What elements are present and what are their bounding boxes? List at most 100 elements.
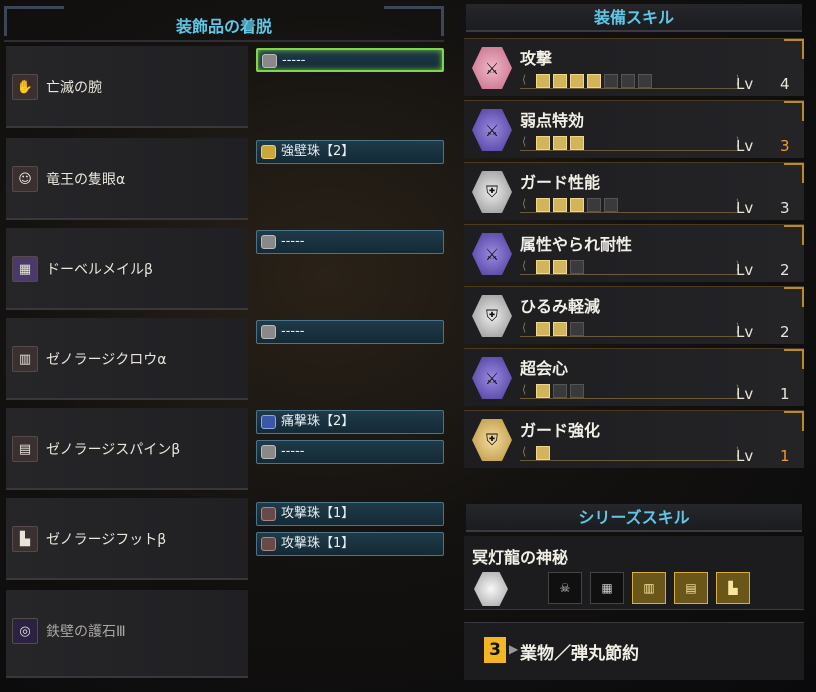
header-divider	[4, 40, 444, 42]
skill-gem-icon: ⛨	[472, 295, 512, 337]
series-piece-icon: ▥	[632, 572, 666, 604]
level-value: 1	[780, 385, 790, 403]
bar-left-arrow-icon: ⟨	[522, 73, 527, 86]
empty-slot-lv3-icon	[261, 235, 276, 249]
skill-gem-icon: ⚔	[472, 233, 512, 275]
level-pip	[570, 260, 584, 274]
skill-gem-icon: ⚔	[472, 357, 512, 399]
skill-gem-icon: ⛨	[472, 419, 512, 461]
slot-label: -----	[281, 444, 305, 459]
skills-panel: 装備スキル ⚔ 攻撃 ⟨ ⟩ Lv 4 ⚔ 弱点特効 ⟨ ⟩ Lv 3 ⛨ ガード性能 ⟨ ⟩ Lv 3 ⚔ 属性やら…	[460, 0, 816, 692]
level-label: Lv	[736, 199, 754, 217]
level-pip	[621, 74, 635, 88]
series-bonus-row[interactable]: 3 ▶ 業物／弾丸節約	[464, 622, 804, 680]
skill-name: 属性やられ耐性	[520, 235, 633, 254]
series-name: 冥灯龍の神秘	[472, 548, 569, 567]
skill-row[interactable]: ⛨ ひるみ軽減 ⟨ ⟩ Lv 2	[464, 286, 804, 344]
level-pip	[638, 74, 652, 88]
skill-row[interactable]: ⛨ ガード性能 ⟨ ⟩ Lv 3	[464, 162, 804, 220]
series-skill-box[interactable]: 冥灯龍の神秘 ☠ ▦ ▥ ▤ ▙	[464, 536, 804, 610]
equipment-name: ゼノラージフットβ	[46, 532, 167, 548]
level-value: 1	[780, 447, 790, 465]
skill-name: ガード強化	[520, 421, 601, 440]
slot-label: -----	[282, 53, 306, 68]
level-value: 2	[780, 323, 790, 341]
level-pip	[587, 74, 601, 88]
skill-row[interactable]: ⚔ 攻撃 ⟨ ⟩ Lv 4	[464, 38, 804, 96]
decoration-slot[interactable]: 強壁珠【2】	[256, 140, 444, 164]
skill-gem-icon: ⚔	[472, 109, 512, 151]
level-pip	[536, 322, 550, 336]
leg-armor-icon: ▙	[12, 526, 38, 552]
equipment-row-head[interactable]: ☺ 竜王の隻眼α	[6, 138, 248, 220]
chest-armor-icon: ▦	[12, 256, 38, 282]
equipment-name: 亡滅の腕	[46, 80, 102, 96]
arrow-right-icon: ▶	[509, 642, 519, 656]
bar-left-arrow-icon: ⟨	[522, 321, 527, 334]
level-pip	[536, 136, 550, 150]
decoration-slot[interactable]: 攻撃珠【1】	[256, 502, 444, 526]
level-pip	[536, 260, 550, 274]
decoration-red-icon	[261, 537, 276, 551]
level-value: 4	[780, 75, 790, 93]
level-pip	[570, 198, 584, 212]
series-set-icon	[474, 572, 508, 606]
skill-level-bar: ⟨ ⟩	[520, 259, 742, 275]
decoration-slot[interactable]: -----	[256, 48, 444, 72]
level-pip	[570, 322, 584, 336]
slot-label: 強壁珠【2】	[281, 144, 355, 159]
level-pip	[570, 136, 584, 150]
decoration-slot[interactable]: -----	[256, 320, 444, 344]
equipment-row-arm[interactable]: ✋ 亡滅の腕	[6, 46, 248, 128]
equipped-skills-title: 装備スキル	[466, 4, 802, 32]
level-pip	[553, 136, 567, 150]
equipment-row-waist[interactable]: ▤ ゼノラージスパインβ	[6, 408, 248, 490]
head-armor-icon: ☺	[12, 166, 38, 192]
arm-armor-icon: ▥	[12, 346, 38, 372]
decoration-panel: 装飾品の着脱 ✋ 亡滅の腕 ----- ☺ 竜王の隻眼α 強壁珠【2】 ▦ ドー…	[0, 0, 452, 692]
skill-row[interactable]: ⛨ ガード強化 ⟨ ⟩ Lv 1	[464, 410, 804, 468]
bonus-required-count: 3	[484, 637, 506, 663]
skill-level-bar: ⟨ ⟩	[520, 197, 742, 213]
level-pip	[587, 198, 601, 212]
slot-label: -----	[281, 234, 305, 249]
skill-name: 超会心	[520, 359, 569, 378]
decoration-slot[interactable]: -----	[256, 230, 444, 254]
equipment-name: ゼノラージスパインβ	[46, 442, 181, 458]
arm-armor-icon: ✋	[12, 74, 38, 100]
skill-name: ひるみ軽減	[520, 297, 601, 316]
bar-left-arrow-icon: ⟨	[522, 383, 527, 396]
equipment-row-chest[interactable]: ▦ ドーベルメイルβ	[6, 228, 248, 310]
slot-label: 攻撃珠【1】	[281, 536, 355, 551]
level-pip	[570, 384, 584, 398]
level-label: Lv	[736, 261, 754, 279]
level-pip	[553, 322, 567, 336]
level-label: Lv	[736, 75, 754, 93]
skill-row[interactable]: ⚔ 属性やられ耐性 ⟨ ⟩ Lv 2	[464, 224, 804, 282]
skill-level-bar: ⟨ ⟩	[520, 321, 742, 337]
equipment-row-charm[interactable]: ◎ 鉄壁の護石Ⅲ	[6, 590, 248, 678]
skill-row[interactable]: ⚔ 弱点特効 ⟨ ⟩ Lv 3	[464, 100, 804, 158]
series-piece-icon: ▦	[590, 572, 624, 604]
waist-armor-icon: ▤	[12, 436, 38, 462]
decoration-panel-title: 装飾品の着脱	[175, 17, 272, 36]
level-pip	[553, 74, 567, 88]
skill-name: 弱点特効	[520, 111, 585, 130]
bar-left-arrow-icon: ⟨	[522, 135, 527, 148]
level-label: Lv	[736, 323, 754, 341]
equipment-row-legs[interactable]: ▙ ゼノラージフットβ	[6, 498, 248, 580]
decoration-slot[interactable]: 痛撃珠【2】	[256, 410, 444, 434]
charm-icon: ◎	[12, 618, 38, 644]
decoration-red-icon	[261, 507, 276, 521]
equipment-row-arm-2[interactable]: ▥ ゼノラージクロウα	[6, 318, 248, 400]
decoration-slot[interactable]: -----	[256, 440, 444, 464]
bar-left-arrow-icon: ⟨	[522, 259, 527, 272]
level-label: Lv	[736, 447, 754, 465]
decoration-slot[interactable]: 攻撃珠【1】	[256, 532, 444, 556]
level-label: Lv	[736, 137, 754, 155]
level-value: 3	[780, 137, 790, 155]
level-pip	[536, 74, 550, 88]
skill-row[interactable]: ⚔ 超会心 ⟨ ⟩ Lv 1	[464, 348, 804, 406]
empty-slot-lv1-icon	[261, 325, 276, 339]
equipment-name: ドーベルメイルβ	[46, 262, 153, 278]
